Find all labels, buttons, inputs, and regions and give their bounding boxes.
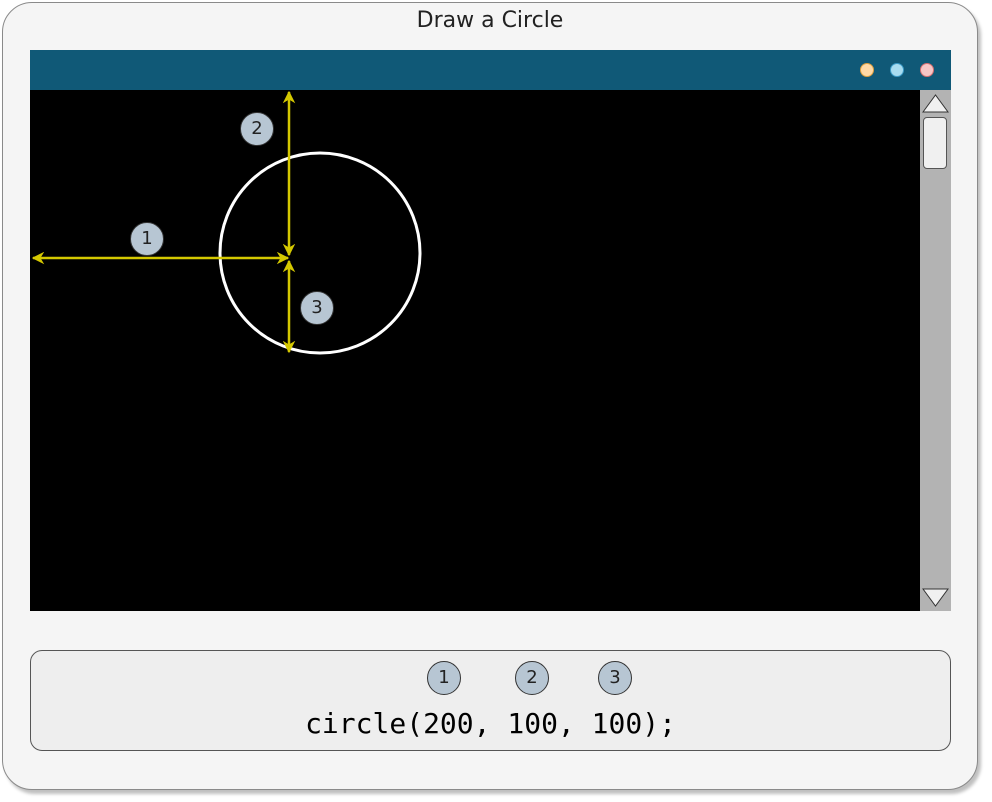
drawing-canvas xyxy=(31,90,422,355)
code-badge-3: 3 xyxy=(598,661,632,695)
canvas-window xyxy=(30,50,951,611)
scroll-thumb[interactable] xyxy=(923,117,947,169)
close-button[interactable] xyxy=(920,63,934,77)
page-title: Draw a Circle xyxy=(416,8,564,33)
code-line: circle(200, 100, 100); xyxy=(305,707,676,740)
vertical-scrollbar[interactable] xyxy=(920,90,951,611)
scroll-up-icon[interactable] xyxy=(920,92,951,114)
annotation-badge-1: 1 xyxy=(130,222,164,256)
code-badge-2: 2 xyxy=(515,661,549,695)
annotation-badge-2: 2 xyxy=(240,112,274,146)
code-badge-1: 1 xyxy=(427,661,461,695)
annotation-badge-3: 3 xyxy=(300,291,334,325)
scroll-down-icon[interactable] xyxy=(920,587,951,609)
code-panel: 1 2 3 circle(200, 100, 100); xyxy=(30,650,951,751)
